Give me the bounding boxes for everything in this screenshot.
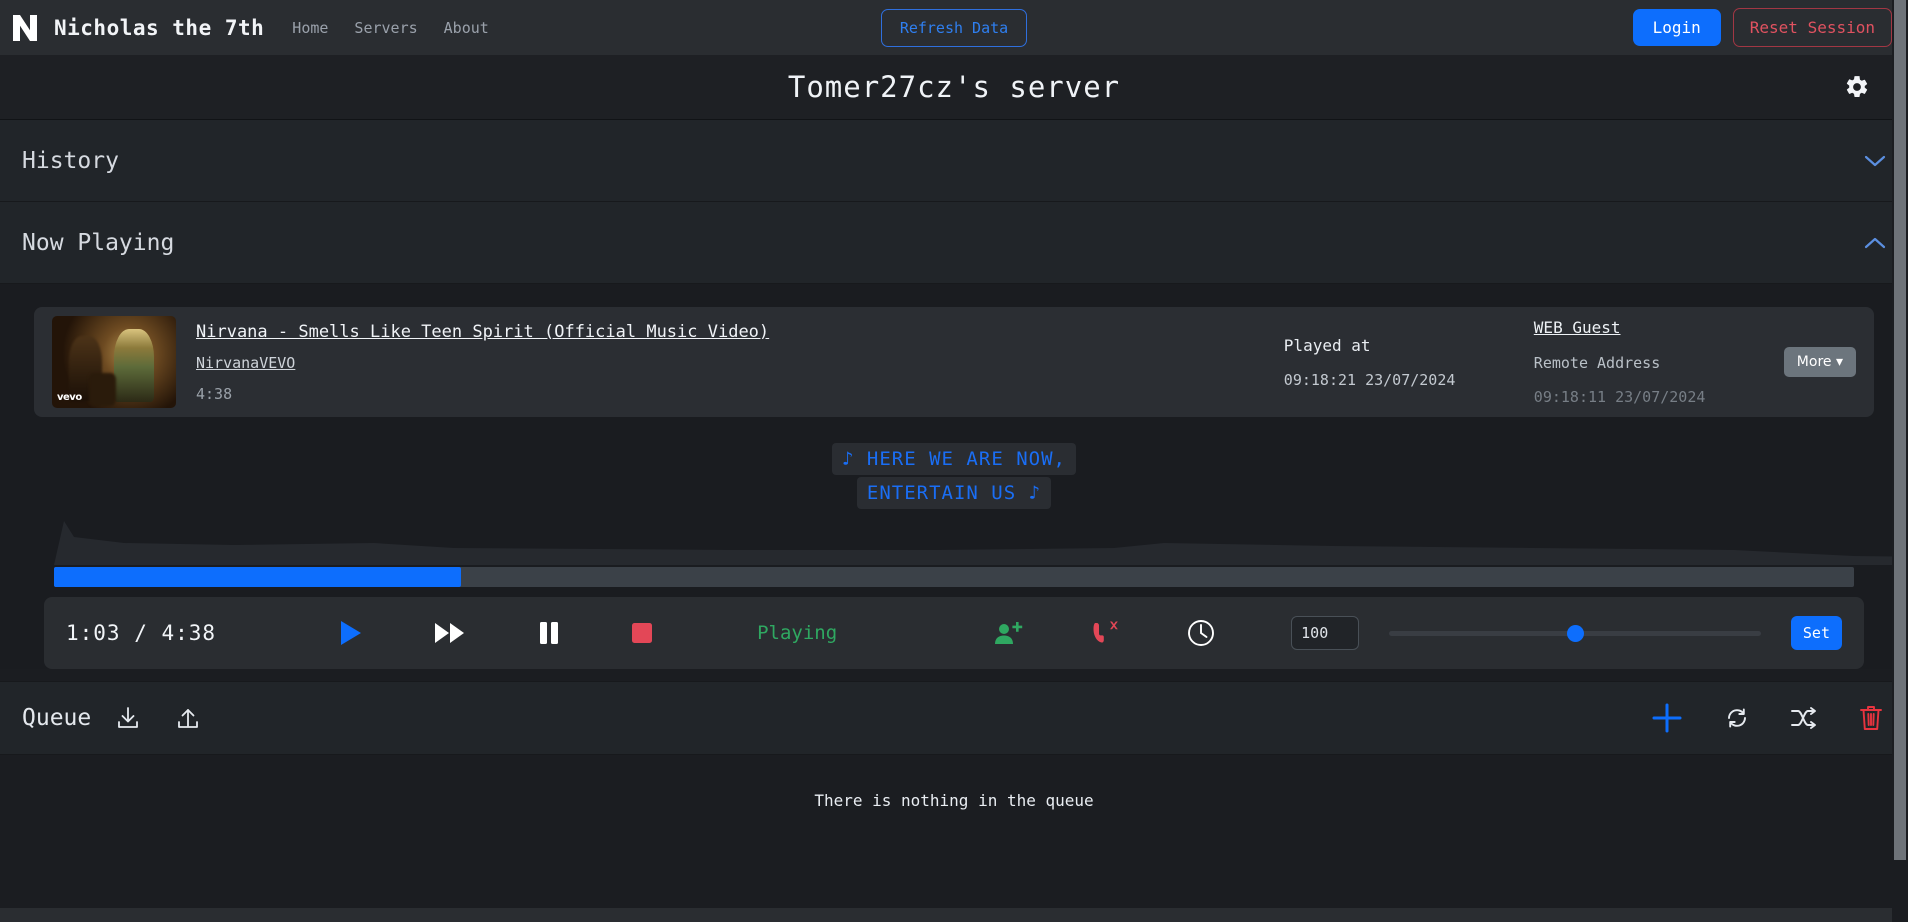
video-title-link[interactable]: Nirvana - Smells Like Teen Spirit (Offic… bbox=[196, 322, 769, 342]
queue-empty-message: There is nothing in the queue bbox=[814, 791, 1094, 810]
now-playing-metadata: Nirvana - Smells Like Teen Spirit (Offic… bbox=[196, 322, 769, 403]
fast-forward-icon[interactable] bbox=[430, 617, 470, 649]
now-playing-card: vevo Nirvana - Smells Like Teen Spirit (… bbox=[34, 307, 1874, 417]
player-controls: 1:03 / 4:38 Playing 100 Set bbox=[44, 597, 1864, 669]
download-icon[interactable] bbox=[113, 703, 143, 733]
playback-status: Playing bbox=[757, 622, 838, 644]
queue-title: Queue bbox=[22, 705, 92, 731]
time-display: 1:03 / 4:38 bbox=[66, 621, 217, 645]
gear-icon[interactable] bbox=[1844, 74, 1870, 100]
seek-bar-fill bbox=[54, 567, 461, 587]
set-volume-button[interactable]: Set bbox=[1790, 616, 1842, 650]
requester-name-link[interactable]: WEB Guest bbox=[1534, 318, 1621, 337]
brand-name[interactable]: Nicholas the 7th bbox=[54, 16, 264, 40]
refresh-data-button[interactable]: Refresh Data bbox=[880, 8, 1028, 47]
play-icon[interactable] bbox=[334, 615, 368, 651]
refresh-data-wrap: Refresh Data bbox=[0, 8, 1908, 47]
video-duration: 4:38 bbox=[196, 384, 233, 403]
played-at-block: Played at 09:18:21 23/07/2024 bbox=[1284, 336, 1534, 389]
vevo-watermark: vevo bbox=[57, 392, 82, 403]
upload-icon[interactable] bbox=[173, 703, 203, 733]
volume-slider[interactable] bbox=[1389, 623, 1761, 643]
queue-header: Queue bbox=[0, 681, 1908, 755]
plus-icon[interactable] bbox=[1648, 699, 1686, 737]
pause-icon[interactable] bbox=[534, 616, 564, 650]
audio-waveform bbox=[34, 521, 1908, 565]
shuffle-icon[interactable] bbox=[1788, 704, 1820, 732]
clock-icon[interactable] bbox=[1183, 615, 1219, 651]
requester-timestamp: 09:18:11 23/07/2024 bbox=[1533, 388, 1706, 406]
now-playing-body: vevo Nirvana - Smells Like Teen Spirit (… bbox=[0, 284, 1908, 669]
queue-left-actions bbox=[113, 703, 203, 733]
more-label: More bbox=[1796, 354, 1832, 370]
thumbnail-figure-center bbox=[89, 373, 117, 407]
lyric-line: ENTERTAIN US ♪ bbox=[856, 477, 1052, 509]
lyrics-display: ♪ HERE WE ARE NOW, ENTERTAIN US ♪ bbox=[34, 443, 1874, 509]
progress-zone bbox=[34, 517, 1908, 587]
now-playing-section-title: Now Playing bbox=[22, 229, 175, 256]
requester-address-label: Remote Address bbox=[1533, 354, 1661, 372]
reset-session-button[interactable]: Reset Session bbox=[1732, 8, 1892, 47]
stop-icon[interactable] bbox=[627, 618, 657, 648]
page-title: Tomer27cz's server bbox=[787, 70, 1121, 104]
history-section-title: History bbox=[22, 147, 119, 174]
nav-link-servers[interactable]: Servers bbox=[354, 19, 417, 37]
volume-slider-knob[interactable] bbox=[1566, 624, 1584, 642]
page-footer bbox=[0, 908, 1892, 922]
requester-block: WEB Guest Remote Address 09:18:11 23/07/… bbox=[1534, 318, 1784, 406]
history-section-toggle[interactable]: History bbox=[0, 120, 1908, 202]
person-add-icon[interactable] bbox=[989, 616, 1027, 650]
chevron-up-icon[interactable] bbox=[1864, 236, 1886, 250]
played-at-value: 09:18:21 23/07/2024 bbox=[1283, 370, 1456, 389]
played-at-label: Played at bbox=[1283, 335, 1371, 355]
nav-link-home[interactable]: Home bbox=[292, 19, 328, 37]
navbar-actions: Login Reset Session bbox=[1632, 8, 1892, 47]
loop-icon[interactable] bbox=[1722, 703, 1752, 733]
nav-link-about[interactable]: About bbox=[444, 19, 489, 37]
nav-links: Home Servers About bbox=[292, 19, 489, 37]
volume-input[interactable] bbox=[1291, 616, 1360, 650]
scrollbar-thumb[interactable] bbox=[1894, 0, 1906, 860]
more-dropdown-button[interactable]: More ▾ bbox=[1783, 347, 1856, 377]
lyric-line: ♪ HERE WE ARE NOW, bbox=[832, 443, 1076, 475]
thumbnail-figure-right bbox=[114, 328, 154, 403]
phone-hangup-icon[interactable] bbox=[1085, 616, 1123, 650]
video-thumbnail[interactable]: vevo bbox=[52, 316, 176, 408]
page-scrollbar[interactable] bbox=[1892, 0, 1908, 922]
letter-n-logo[interactable] bbox=[10, 12, 40, 44]
now-playing-section-toggle[interactable]: Now Playing bbox=[0, 202, 1908, 284]
queue-right-actions bbox=[1648, 699, 1886, 737]
login-button[interactable]: Login bbox=[1632, 9, 1721, 46]
server-header: Tomer27cz's server bbox=[0, 55, 1908, 120]
trash-icon[interactable] bbox=[1856, 702, 1886, 734]
chevron-down-icon[interactable] bbox=[1864, 154, 1886, 168]
channel-link[interactable]: NirvanaVEVO bbox=[196, 354, 769, 372]
caret-down-icon: ▾ bbox=[1835, 354, 1843, 370]
seek-bar[interactable] bbox=[54, 567, 1854, 587]
navbar: Nicholas the 7th Home Servers About Refr… bbox=[0, 0, 1908, 55]
